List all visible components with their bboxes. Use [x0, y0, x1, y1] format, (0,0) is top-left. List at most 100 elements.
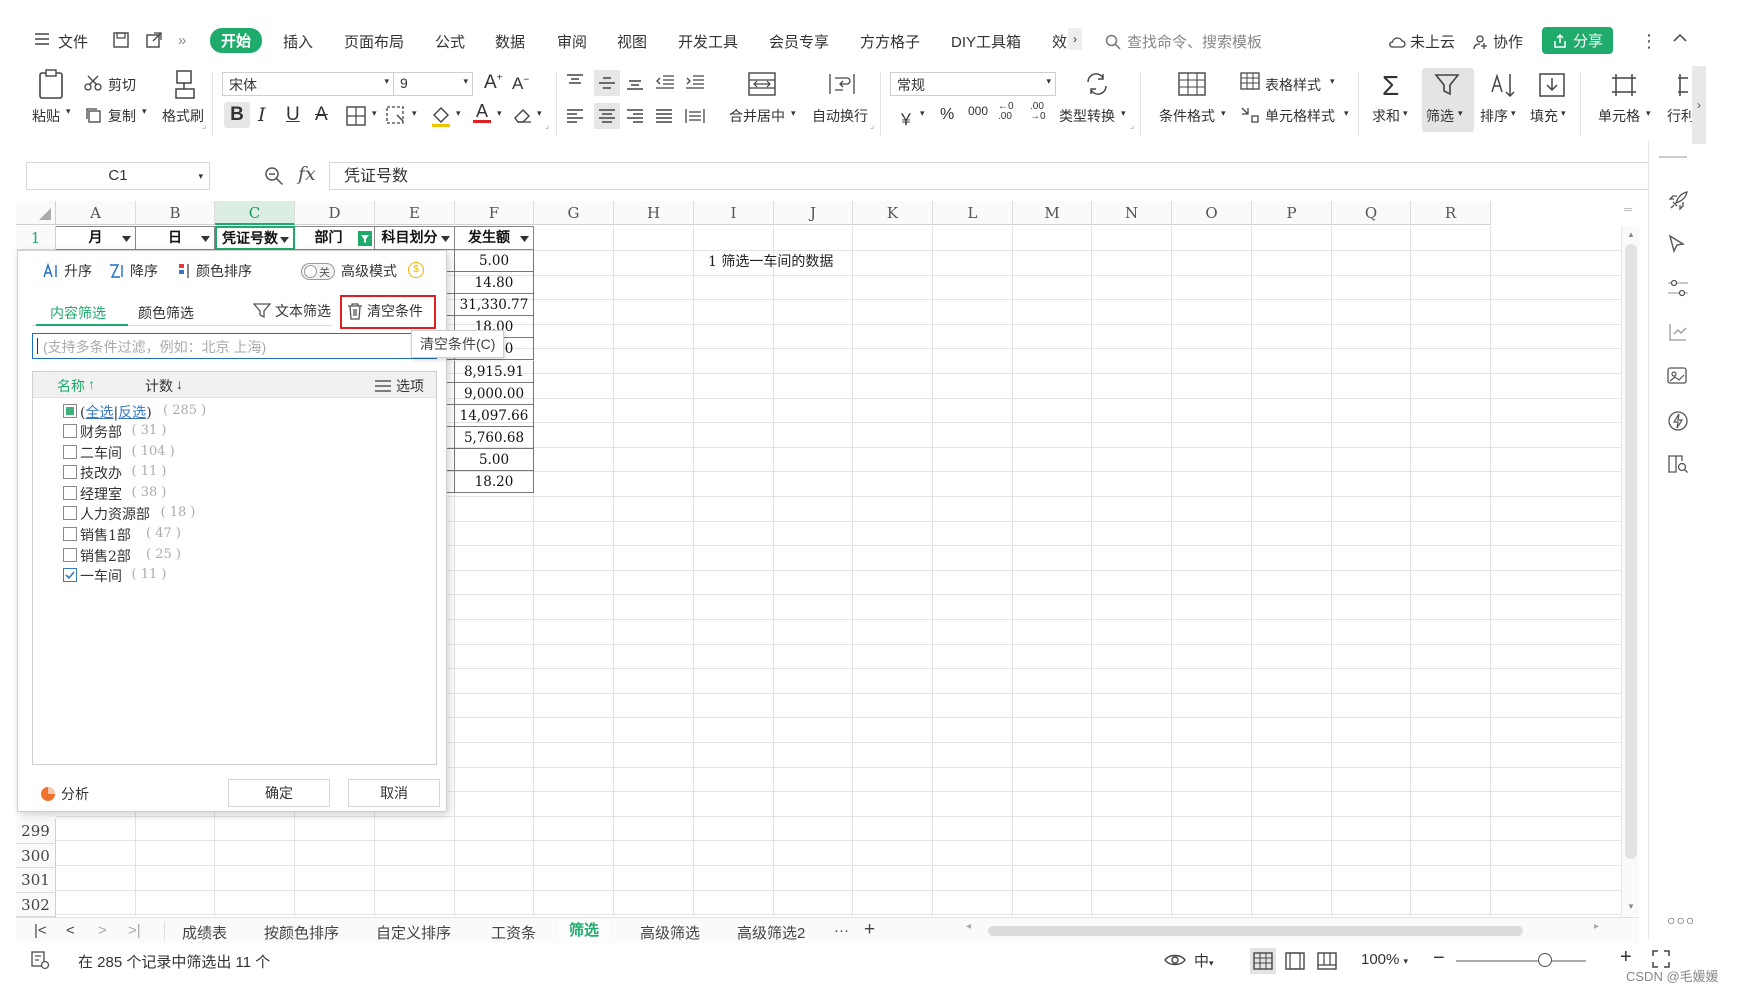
column-header-h[interactable]: H [614, 201, 694, 225]
share-button[interactable]: 分享 [1542, 27, 1614, 54]
command-search[interactable]: 查找命令、搜索模板 [1105, 31, 1262, 52]
header-cell-day[interactable]: 日 [136, 226, 215, 250]
color-sort-button[interactable]: 颜色排序 [178, 261, 252, 281]
bold-icon[interactable]: B [224, 102, 250, 128]
row-col-button[interactable]: 行利 [1667, 106, 1693, 126]
tab-sheet-filter[interactable]: 筛选 [559, 920, 610, 942]
type-convert-dropdown-icon[interactable]: ▾ [1121, 108, 1126, 119]
align-top-icon[interactable] [566, 74, 584, 90]
name-box[interactable]: C1 ▾ [26, 162, 210, 190]
font-expand-icon[interactable]: ⌟ [545, 120, 549, 131]
menu-member[interactable]: 会员专享 [769, 31, 829, 52]
conditional-format-button[interactable]: 条件格式 [1159, 106, 1215, 126]
next-sheet-icon[interactable]: > [98, 922, 107, 939]
paste-button[interactable]: 粘贴 [32, 106, 60, 126]
cell-amount[interactable]: 9,000.00 [455, 382, 534, 405]
font-size-select[interactable]: 9 ▾ [393, 72, 473, 96]
zoom-magnifier-icon[interactable] [264, 166, 284, 186]
row-header-299[interactable]: 299 [16, 819, 56, 844]
row-header-302[interactable]: 302 [16, 892, 56, 917]
cell-button[interactable]: 单元格 [1598, 106, 1640, 126]
export-icon[interactable] [145, 31, 163, 49]
tab-color-filter[interactable]: 颜色筛选 [138, 303, 194, 323]
sum-button[interactable]: 求和 [1372, 106, 1400, 126]
thousands-separator-icon[interactable]: 000 [968, 104, 988, 118]
column-header-c[interactable]: C [215, 201, 295, 225]
collapse-ribbon-icon[interactable] [1672, 31, 1688, 43]
menu-file[interactable]: 文件 [58, 31, 88, 52]
cell-amount[interactable]: 31,330.77 [455, 294, 534, 317]
tab-sheet-custom-sort[interactable]: 自定义排序 [376, 922, 451, 943]
text-filter-button[interactable]: 文本筛选 [253, 301, 331, 321]
list-item-label[interactable]: 销售2部 [80, 546, 131, 566]
column-header-j[interactable]: J [774, 201, 853, 225]
align-left-icon[interactable] [566, 108, 584, 124]
column-header-b[interactable]: B [136, 201, 215, 225]
list-item-checkbox[interactable] [63, 485, 77, 500]
cell-style-button[interactable]: 单元格样式 [1265, 106, 1335, 126]
increase-font-icon[interactable]: A+ [484, 72, 503, 94]
zoom-out-button[interactable]: − [1433, 947, 1445, 970]
sort-desc-button[interactable]: 降序 [108, 261, 158, 281]
column-header-n[interactable]: N [1092, 201, 1172, 225]
number-format-select[interactable]: 常规 ▾ [890, 72, 1056, 96]
list-options-button[interactable]: 选项 [375, 376, 424, 396]
column-header-k[interactable]: K [853, 201, 933, 225]
menu-view[interactable]: 视图 [617, 31, 647, 52]
decrease-font-icon[interactable]: A− [512, 74, 529, 94]
book-search-icon[interactable] [1667, 454, 1689, 474]
lightning-icon[interactable] [1667, 410, 1689, 432]
column-header-o[interactable]: O [1172, 201, 1252, 225]
justify-icon[interactable] [655, 108, 673, 124]
cell-amount[interactable]: 18.20 [455, 471, 534, 494]
cloud-status-button[interactable]: 未上云 [1388, 31, 1455, 52]
border-dropdown-icon[interactable]: ▾ [372, 108, 377, 119]
more-sheets-button[interactable]: ··· [834, 922, 849, 939]
collab-button[interactable]: 协作 [1473, 31, 1523, 52]
row-header-301[interactable]: 301 [16, 868, 56, 893]
header-cell-subject[interactable]: 科目划分 [375, 226, 455, 250]
list-item-label[interactable]: 二车间 [80, 443, 122, 463]
scroll-left-icon[interactable]: ◂ [966, 921, 971, 932]
filter-dropdown-icon[interactable] [199, 233, 212, 245]
font-color-dropdown-icon[interactable]: ▾ [497, 108, 502, 119]
filter-dropdown-icon[interactable] [439, 233, 452, 245]
more-chevrons-icon[interactable]: » [178, 32, 186, 49]
horizontal-scrollbar[interactable]: ◂ ▸ [966, 921, 1616, 939]
type-convert-button[interactable]: 类型转换 [1059, 106, 1115, 126]
clear-conditions-button[interactable]: 清空条件 [347, 301, 423, 321]
list-item-checkbox[interactable] [63, 506, 77, 521]
sort-by-count-button[interactable]: 计数 ↓ [145, 376, 183, 396]
menu-home[interactable]: 开始 [210, 28, 263, 53]
column-header-p[interactable]: P [1252, 201, 1332, 225]
paste-icon[interactable] [36, 68, 66, 100]
menu-data[interactable]: 数据 [495, 31, 525, 52]
list-item-label[interactable]: 财务部 [80, 422, 122, 442]
sliders-icon[interactable] [1667, 278, 1689, 298]
analysis-button[interactable]: 分析 [40, 784, 89, 804]
menu-review[interactable]: 审阅 [557, 31, 587, 52]
scroll-right-icon[interactable]: ▸ [1594, 921, 1599, 932]
column-header-f[interactable]: F [455, 201, 534, 225]
header-cell-amount[interactable]: 发生额 [455, 226, 534, 250]
normal-view-icon[interactable] [1253, 952, 1273, 970]
header-cell-month[interactable]: 月 [56, 226, 136, 250]
copy-button[interactable]: 复制 [108, 106, 136, 126]
cell-amount[interactable]: 5,760.68 [455, 426, 534, 449]
more-vertical-icon[interactable]: ⋮ [1640, 31, 1658, 52]
cell-style-dropdown-icon[interactable]: ▾ [1344, 108, 1349, 119]
cursor-icon[interactable] [1667, 234, 1687, 256]
tab-sheet-advanced-filter-2[interactable]: 高级筛选2 [737, 922, 805, 943]
currency-button[interactable]: ￥ [898, 106, 914, 130]
first-sheet-icon[interactable]: |< [34, 922, 47, 939]
tab-sheet-payslip[interactable]: 工资条 [491, 922, 536, 943]
header-cell-voucher[interactable]: 凭证号数 [215, 226, 295, 250]
cancel-button[interactable]: 取消 [348, 779, 440, 807]
align-expand-icon[interactable]: ⌟ [870, 120, 874, 131]
prev-sheet-icon[interactable]: < [66, 922, 75, 939]
clipboard-expand-icon[interactable]: ⌟ [202, 120, 206, 131]
strikethrough-icon[interactable]: A [315, 104, 328, 126]
column-header-q[interactable]: Q [1332, 201, 1411, 225]
cell-amount[interactable]: 5.00 [455, 448, 534, 471]
column-header-m[interactable]: M [1013, 201, 1092, 225]
